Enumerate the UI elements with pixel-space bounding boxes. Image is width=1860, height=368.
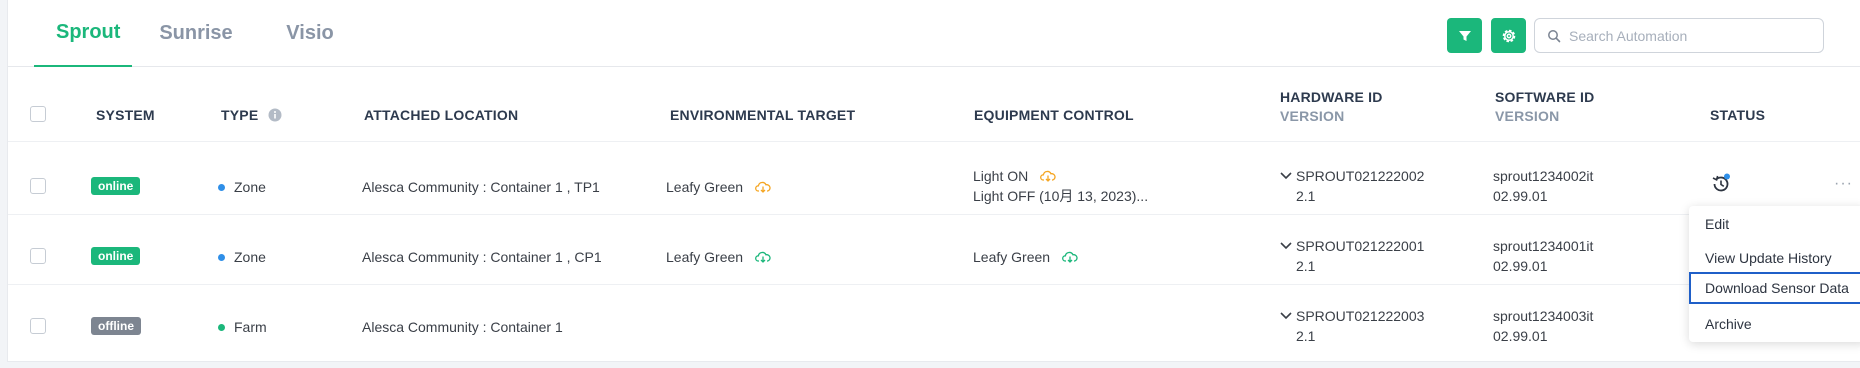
system-status-badge: online — [91, 177, 141, 195]
select-all-checkbox[interactable] — [30, 106, 46, 122]
chevron-down-icon[interactable] — [1280, 171, 1292, 181]
hardware-version-value: 2.1 — [1296, 258, 1316, 274]
type-label: Farm — [234, 319, 267, 335]
filter-icon — [1458, 30, 1471, 41]
tab-sprout[interactable]: Sprout — [34, 0, 132, 67]
env-target-cell: Leafy Green — [666, 247, 771, 267]
system-tabs: Sprout Sunrise Visio — [34, 0, 360, 67]
col-software-id-label: SOFTWARE ID — [1495, 89, 1595, 105]
row-checkbox[interactable] — [30, 178, 46, 194]
hardware-id-value: SPROUT021222001 — [1296, 238, 1425, 254]
row-divider — [8, 214, 1860, 215]
history-icon[interactable] — [1710, 173, 1732, 195]
software-version-value: 02.99.01 — [1493, 328, 1548, 344]
info-icon[interactable] — [268, 108, 282, 122]
chevron-down-icon[interactable] — [1280, 311, 1292, 321]
col-environmental-target: ENVIRONMENTAL TARGET — [670, 107, 856, 123]
location-cell: Alesca Community : Container 1 , TP1 — [362, 179, 600, 195]
software-version-value: 02.99.01 — [1493, 188, 1548, 204]
equipment-cell: Light ON Light OFF (10月 13, 2023)... — [973, 166, 1148, 206]
system-status-badge: offline — [91, 317, 141, 335]
col-software-id: SOFTWARE ID VERSION — [1495, 89, 1594, 124]
software-cell: sprout1234003it 02.99.01 — [1493, 306, 1593, 346]
search-icon — [1548, 29, 1561, 42]
type-dot — [218, 183, 225, 191]
equipment-line1: Light ON — [973, 168, 1029, 184]
env-target-cell: Leafy Green — [666, 177, 771, 197]
row-divider — [8, 284, 1860, 285]
software-cell: sprout1234002it 02.99.01 — [1493, 166, 1593, 206]
env-target-label: Leafy Green — [666, 249, 744, 265]
system-status-badge: online — [91, 247, 141, 265]
software-id-value: sprout1234003it — [1493, 308, 1594, 324]
type-label: Zone — [234, 179, 266, 195]
col-equipment-control: EQUIPMENT CONTROL — [974, 107, 1134, 123]
row-more-button[interactable]: ··· — [1834, 175, 1853, 193]
type-cell: Zone — [218, 247, 266, 267]
gear-icon — [1502, 29, 1515, 42]
software-id-value: sprout1234001it — [1493, 238, 1594, 254]
hardware-id-value: SPROUT021222003 — [1296, 308, 1425, 324]
cloud-download-icon — [755, 182, 771, 194]
env-target-label: Leafy Green — [666, 179, 744, 195]
location-cell: Alesca Community : Container 1 — [362, 319, 563, 335]
type-cell: Farm — [218, 317, 267, 337]
tab-sunrise[interactable]: Sunrise — [132, 0, 260, 67]
software-version-value: 02.99.01 — [1493, 258, 1548, 274]
equipment-line1: Leafy Green — [973, 249, 1051, 265]
type-label: Zone — [234, 249, 266, 265]
col-type-label: TYPE — [221, 107, 259, 123]
type-dot — [218, 253, 225, 261]
hardware-id-value: SPROUT021222002 — [1296, 168, 1425, 184]
cloud-download-icon — [1062, 252, 1078, 264]
tab-visio[interactable]: Visio — [260, 0, 360, 67]
cloud-download-icon — [1040, 171, 1056, 183]
col-hardware-id-label: HARDWARE ID — [1280, 89, 1383, 105]
row-divider — [8, 141, 1860, 142]
automation-panel: Sprout Sunrise Visio SYSTEM TY — [7, 0, 1860, 362]
col-attached-location: ATTACHED LOCATION — [364, 107, 519, 123]
software-cell: sprout1234001it 02.99.01 — [1493, 236, 1593, 276]
location-cell: Alesca Community : Container 1 , CP1 — [362, 249, 602, 265]
hardware-cell: SPROUT021222001 2.1 — [1280, 236, 1424, 276]
col-software-version-label: VERSION — [1495, 108, 1560, 124]
menu-item-download-sensor-data[interactable]: Download Sensor Data — [1689, 272, 1860, 304]
hardware-cell: SPROUT021222002 2.1 — [1280, 166, 1424, 206]
col-system: SYSTEM — [96, 107, 155, 123]
row-actions-menu: Edit View Update History Download Sensor… — [1689, 206, 1860, 342]
cloud-download-icon — [755, 252, 771, 264]
settings-button[interactable] — [1491, 18, 1526, 53]
software-id-value: sprout1234002it — [1493, 168, 1594, 184]
type-cell: Zone — [218, 177, 266, 197]
type-dot — [218, 323, 225, 331]
tab-bar: Sprout Sunrise Visio — [8, 0, 1860, 67]
filter-button[interactable] — [1447, 18, 1482, 53]
menu-item-view-update-history[interactable]: View Update History — [1689, 242, 1860, 274]
menu-item-edit[interactable]: Edit — [1689, 208, 1860, 240]
row-checkbox[interactable] — [30, 318, 46, 334]
row-checkbox[interactable] — [30, 248, 46, 264]
hardware-version-value: 2.1 — [1296, 188, 1316, 204]
equipment-line2: Light OFF (10月 13, 2023)... — [973, 188, 1149, 204]
search-input[interactable] — [1569, 27, 1809, 44]
col-status: STATUS — [1710, 107, 1766, 123]
search-box — [1534, 18, 1824, 53]
chevron-down-icon[interactable] — [1280, 241, 1292, 251]
col-hardware-version-label: VERSION — [1280, 108, 1345, 124]
hardware-version-value: 2.1 — [1296, 328, 1316, 344]
menu-item-archive[interactable]: Archive — [1689, 308, 1860, 340]
hardware-cell: SPROUT021222003 2.1 — [1280, 306, 1424, 346]
col-type: TYPE — [221, 107, 282, 123]
col-hardware-id: HARDWARE ID VERSION — [1280, 89, 1383, 124]
equipment-cell: Leafy Green — [973, 247, 1078, 267]
